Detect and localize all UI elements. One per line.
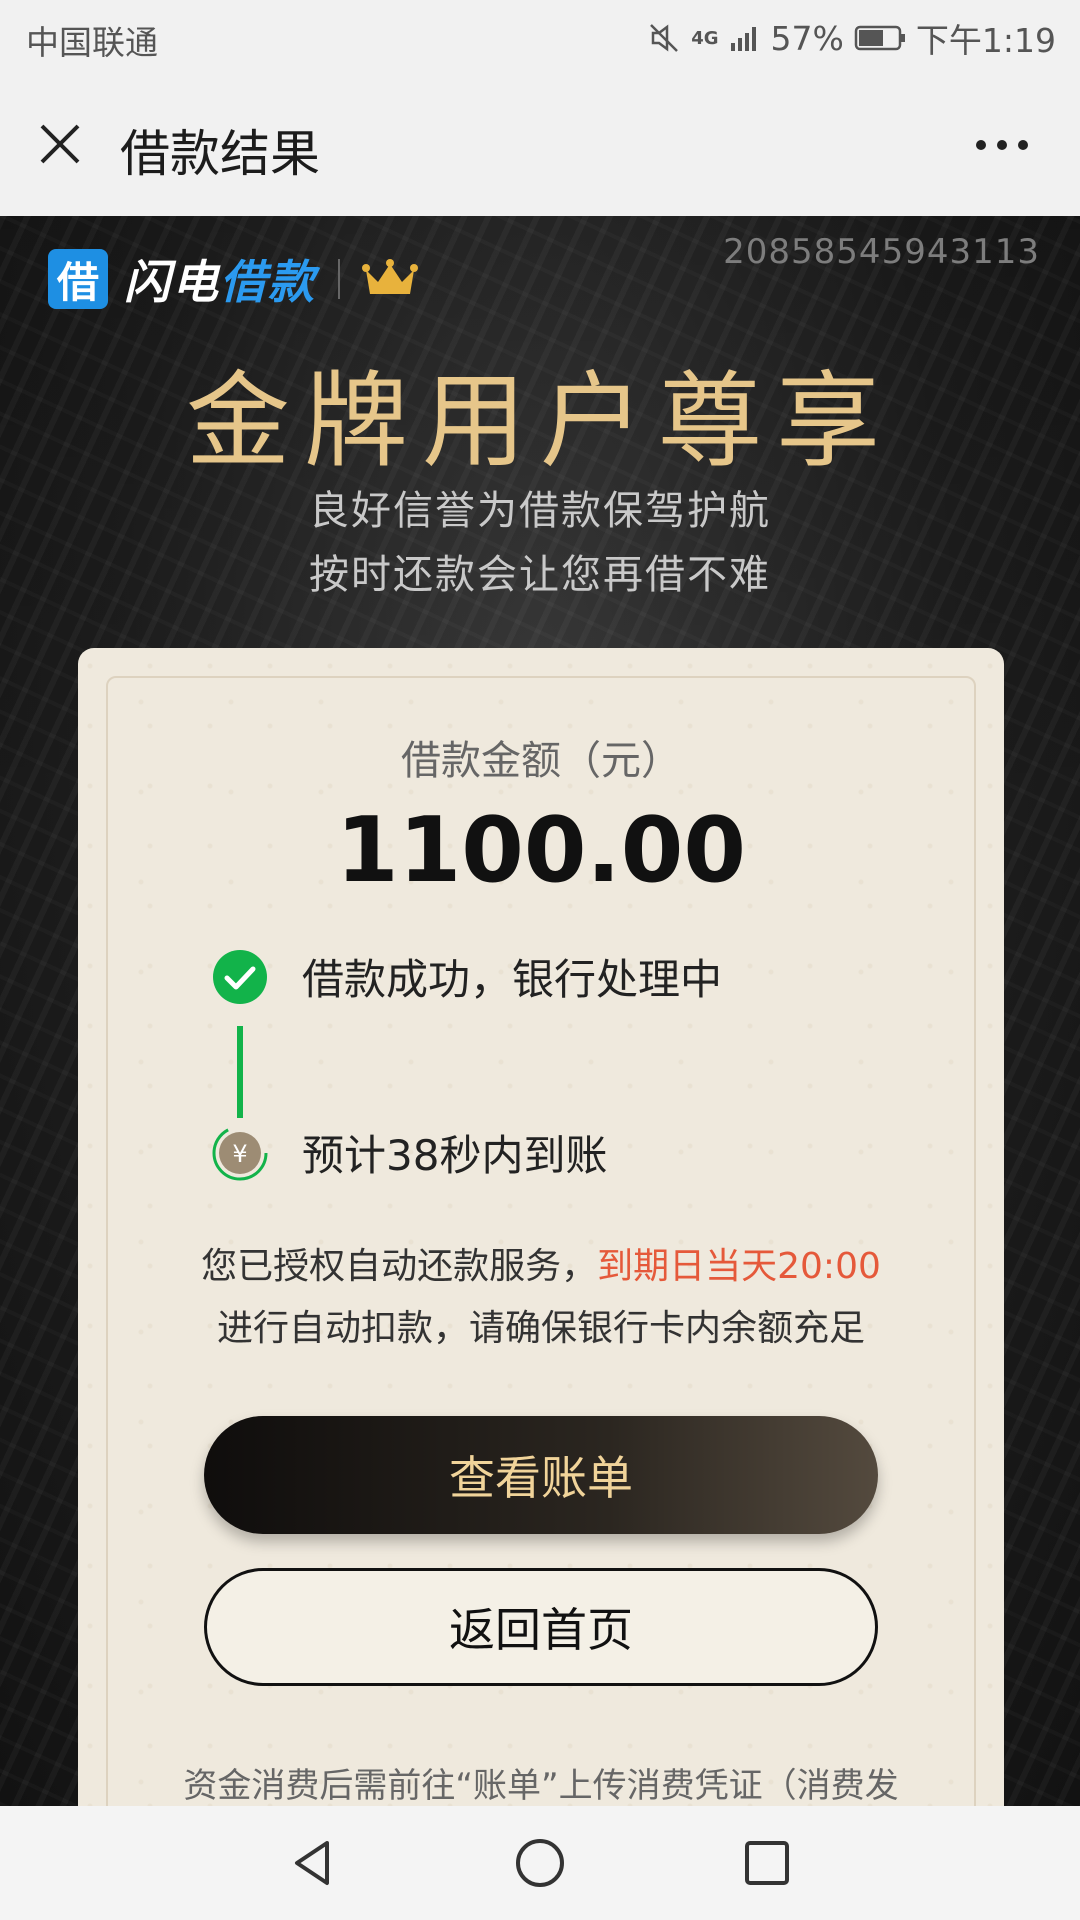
crown-icon (362, 259, 418, 294)
status-icons: 4G 57% 下午1:19 (647, 14, 1056, 62)
battery-icon (854, 25, 905, 51)
step-pending-label: 预计38秒内到账 (302, 1131, 608, 1180)
notice-prefix: 您已授权自动还款服务， (201, 1246, 598, 1287)
brand: 借 闪电借款 (48, 246, 418, 312)
status-bar: 中国联通 4G 57% 下午1:19 (0, 0, 1080, 74)
close-icon[interactable] (36, 120, 84, 168)
step-pending: ¥ 预计38秒内到账 (212, 1122, 607, 1183)
order-id: 20858545943113 (723, 232, 1040, 272)
brand-name-white: 闪电 (124, 255, 220, 309)
svg-text:¥: ¥ (232, 1140, 247, 1168)
recent-apps-square-icon[interactable] (737, 1833, 797, 1893)
network-type: 4G (691, 27, 719, 49)
home-circle-icon[interactable] (510, 1833, 570, 1893)
auto-repay-notice: 您已授权自动还款服务，到期日当天20:00 进行自动扣款，请确保银行卡内余额充足 (78, 1236, 1004, 1360)
notice-highlight: 到期日当天20:00 (597, 1246, 881, 1287)
more-icon[interactable] (974, 138, 1030, 152)
mute-icon (650, 24, 679, 52)
hero-subtitle-2: 按时还款会让您再借不难 (309, 552, 771, 598)
amount-label: 借款金额（元） (401, 738, 681, 784)
battery-percent: 57% (770, 18, 844, 58)
system-nav-bar (0, 1806, 1080, 1920)
brand-divider (338, 259, 340, 299)
step-success-label: 借款成功，银行处理中 (302, 955, 723, 1004)
clock: 下午1:19 (915, 21, 1056, 60)
brand-logo-icon: 借 (48, 249, 108, 309)
view-bill-button[interactable]: 查看账单 (204, 1416, 878, 1534)
loan-result-card: 借款金额（元） 1100.00 借款成功，银行处理中 ¥ 预计38秒内到账 您已… (78, 648, 1004, 1868)
foot-note: 资金消费后需前往“账单”上传消费凭证（消费发 (183, 1766, 899, 1806)
brand-name-blue: 借款 (220, 255, 316, 309)
step-connector (237, 1026, 243, 1118)
title-bar: 借款结果 (0, 74, 1080, 216)
notice-suffix: 进行自动扣款，请确保银行卡内余额充足 (216, 1308, 865, 1349)
page-title: 借款结果 (120, 125, 320, 183)
back-triangle-icon[interactable] (283, 1833, 343, 1893)
yuan-coin-icon: ¥ (212, 1125, 268, 1180)
brand-name: 闪电借款 (124, 246, 316, 312)
loan-amount: 1100.00 (336, 798, 746, 903)
carrier-label: 中国联通 (26, 23, 158, 62)
back-home-button[interactable]: 返回首页 (204, 1568, 878, 1686)
hero-title: 金牌用户尊享 (185, 360, 894, 482)
signal-icon (730, 27, 756, 51)
hero-subtitle-1: 良好信誉为借款保驾护航 (309, 488, 771, 534)
step-success: 借款成功，银行处理中 (212, 946, 722, 1007)
check-circle-icon (213, 949, 267, 1004)
